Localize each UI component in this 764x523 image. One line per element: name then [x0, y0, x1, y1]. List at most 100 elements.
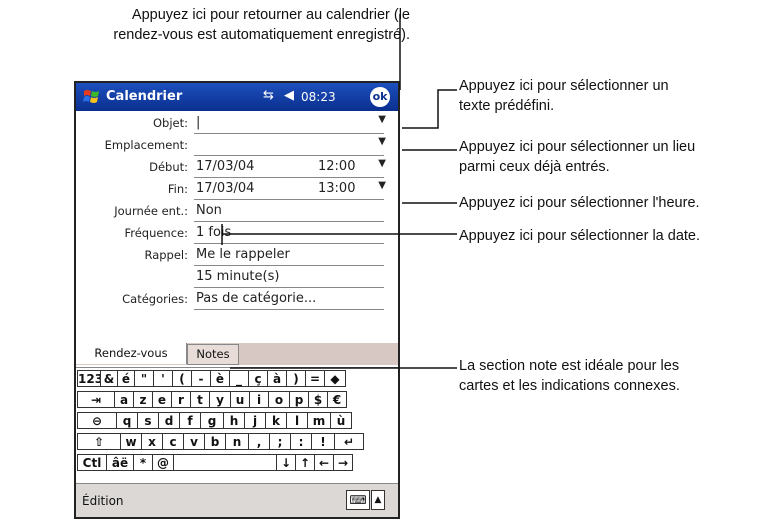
keyboard-key[interactable]: ↵ [334, 433, 364, 450]
keyboard-key[interactable]: t [190, 391, 210, 408]
keyboard-key[interactable]: → [333, 454, 353, 471]
journee-label: Journée ent.: [114, 204, 188, 218]
keyboard-key[interactable]: ↓ [276, 454, 296, 471]
keyboard-key[interactable]: s [137, 412, 159, 429]
keyboard-key[interactable]: âë [106, 454, 134, 471]
chevron-up-icon[interactable]: ▲ [371, 490, 385, 510]
keyboard-key[interactable]: : [290, 433, 312, 450]
keyboard-key[interactable]: = [305, 370, 325, 387]
keyboard-key[interactable]: € [327, 391, 347, 408]
keyboard-key[interactable]: $ [308, 391, 328, 408]
keyboard-key[interactable]: a [114, 391, 134, 408]
keyboard-key[interactable]: v [183, 433, 205, 450]
keyboard-key[interactable]: * [133, 454, 153, 471]
chevron-down-icon[interactable]: ▼ [378, 114, 386, 125]
objet-row[interactable]: Objet: | ▼ [76, 112, 398, 134]
keyboard-key[interactable]: ← [314, 454, 334, 471]
keyboard-key[interactable]: g [200, 412, 224, 429]
fin-row[interactable]: Fin: 17/03/04 13:00 ▼ [76, 178, 398, 200]
keyboard-key[interactable]: ↑ [295, 454, 315, 471]
keyboard-key[interactable]: x [141, 433, 163, 450]
tab-rendez-vous[interactable]: Rendez-vous [76, 343, 187, 364]
keyboard-key[interactable]: Ctl [77, 454, 107, 471]
journee-value[interactable]: Non [196, 203, 222, 218]
speaker-icon[interactable]: ◀ [284, 88, 294, 103]
keyboard-key[interactable]: w [120, 433, 142, 450]
keyboard-key[interactable]: ; [269, 433, 291, 450]
frequence-row[interactable]: Fréquence: 1 fois [76, 222, 398, 244]
keyboard-key[interactable]: , [248, 433, 270, 450]
chevron-down-icon[interactable]: ▼ [378, 136, 386, 147]
keyboard-key[interactable]: é [117, 370, 135, 387]
keyboard-key[interactable]: u [230, 391, 250, 408]
connectivity-icon[interactable]: ⇆ [263, 88, 274, 103]
clock[interactable]: 08:23 [301, 90, 336, 104]
keyboard-key[interactable]: @ [152, 454, 174, 471]
objet-input[interactable]: | [196, 115, 200, 130]
categories-row[interactable]: Catégories: Pas de catégorie... [76, 288, 398, 310]
keyboard-key[interactable]: ! [311, 433, 335, 450]
keyboard-key[interactable]: ' [153, 370, 173, 387]
annotation-line: Appuyez ici pour sélectionner un [459, 78, 669, 94]
rappel-label: Rappel: [144, 248, 188, 262]
keyboard-key[interactable]: o [268, 391, 290, 408]
annotation-predefined-text: Appuyez ici pour sélectionner un texte p… [459, 76, 759, 116]
keyboard-key[interactable]: l [286, 412, 308, 429]
keyboard-key[interactable]: à [267, 370, 287, 387]
tab-notes[interactable]: Notes [187, 344, 239, 365]
rappel-value[interactable]: Me le rappeler [196, 247, 290, 262]
keyboard-key[interactable]: k [265, 412, 287, 429]
keyboard-key[interactable]: p [289, 391, 309, 408]
keyboard-key[interactable]: ç [248, 370, 268, 387]
debut-date[interactable]: 17/03/04 [196, 159, 254, 174]
ok-button[interactable]: ok [370, 87, 390, 107]
emplacement-row[interactable]: Emplacement: ▼ [76, 134, 398, 156]
keyboard-icon[interactable]: ⌨ [346, 490, 370, 510]
windows-start-icon[interactable] [82, 87, 102, 107]
keyboard-key[interactable]: h [223, 412, 245, 429]
annotation-location: Appuyez ici pour sélectionner un lieu pa… [459, 137, 764, 177]
keyboard-key[interactable]: r [171, 391, 191, 408]
rappel-delay-row[interactable]: 15 minute(s) [76, 266, 398, 288]
keyboard-key[interactable]: " [134, 370, 154, 387]
chevron-down-icon[interactable]: ▼ [378, 180, 386, 191]
keyboard-key[interactable]: d [158, 412, 180, 429]
keyboard-key[interactable]: ⇥ [77, 391, 115, 408]
chevron-down-icon[interactable]: ▼ [378, 158, 386, 169]
keyboard-key[interactable]: j [244, 412, 266, 429]
keyboard-key[interactable]: q [116, 412, 138, 429]
debut-row[interactable]: Début: 17/03/04 12:00 ▼ [76, 156, 398, 178]
fin-time[interactable]: 13:00 [318, 181, 355, 196]
keyboard-key[interactable]: è [210, 370, 230, 387]
annotation-line: La section note est idéale pour les [459, 358, 680, 374]
keyboard-key[interactable]: b [204, 433, 226, 450]
keyboard-key[interactable]: 123 [77, 370, 103, 387]
keyboard-key[interactable]: z [133, 391, 153, 408]
keyboard-key[interactable]: ⇧ [77, 433, 121, 450]
keyboard-key[interactable]: ( [172, 370, 192, 387]
fin-date[interactable]: 17/03/04 [196, 181, 254, 196]
keyboard-key[interactable]: - [191, 370, 211, 387]
categories-value[interactable]: Pas de catégorie... [196, 291, 316, 306]
keyboard-key[interactable]: ù [330, 412, 352, 429]
rappel-delay[interactable]: 15 minute(s) [196, 269, 279, 284]
objet-label: Objet: [152, 116, 188, 130]
keyboard-key[interactable]: ◆ [324, 370, 346, 387]
keyboard-key[interactable]: & [100, 370, 118, 387]
keyboard-key[interactable]: m [307, 412, 331, 429]
keyboard-key[interactable]: ⊖ [77, 412, 117, 429]
edition-menu[interactable]: Édition [82, 494, 124, 508]
keyboard-key[interactable]: ) [286, 370, 306, 387]
keyboard-key[interactable]: _ [229, 370, 249, 387]
frequence-value[interactable]: 1 fois [196, 225, 231, 240]
rappel-row[interactable]: Rappel: Me le rappeler [76, 244, 398, 266]
keyboard-key[interactable]: f [179, 412, 201, 429]
journee-row[interactable]: Journée ent.: Non [76, 200, 398, 222]
debut-time[interactable]: 12:00 [318, 159, 355, 174]
keyboard-key[interactable]: e [152, 391, 172, 408]
keyboard-key[interactable]: y [209, 391, 231, 408]
keyboard-key[interactable]: c [162, 433, 184, 450]
keyboard-key[interactable] [173, 454, 277, 471]
keyboard-key[interactable]: n [225, 433, 249, 450]
keyboard-key[interactable]: i [249, 391, 269, 408]
